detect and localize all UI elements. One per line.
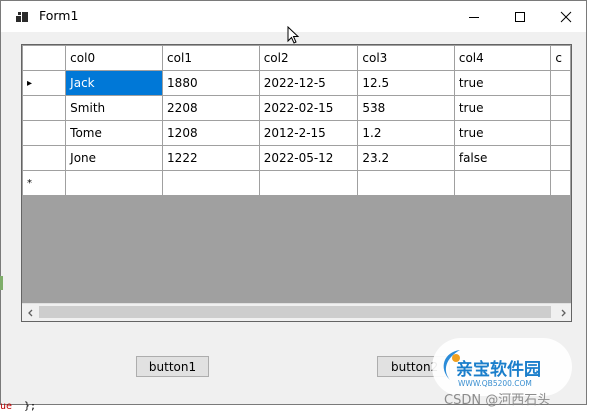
chevron-left-icon — [27, 309, 32, 316]
background-code-fragment: ue — [0, 401, 13, 412]
row-header-cell[interactable] — [22, 95, 67, 121]
scrollbar-thumb[interactable] — [39, 306, 551, 318]
background-editor-marker — [0, 276, 3, 290]
table-cell[interactable]: false — [453, 145, 552, 171]
window-title: Form1 — [39, 8, 79, 23]
table-cell[interactable]: Smith — [65, 95, 164, 121]
table-cell[interactable]: 1222 — [162, 145, 260, 171]
column-header[interactable]: col4 — [453, 45, 552, 71]
table-row[interactable]: Smith 2208 2022-02-15 538 true — [22, 95, 571, 121]
table-cell[interactable]: 23.2 — [357, 145, 455, 171]
row-header-cell[interactable] — [22, 120, 67, 146]
watermark-csdn: CSDN @河西石头 — [444, 393, 551, 408]
table-cell[interactable]: 2208 — [162, 95, 260, 121]
corner-header-cell[interactable] — [22, 45, 67, 71]
background-code-brace: }; — [24, 401, 37, 412]
table-cell[interactable]: 538 — [357, 95, 455, 121]
watermark-url: WWW.QB5200.COM — [458, 379, 532, 388]
maximize-button[interactable] — [497, 1, 543, 32]
table-cell[interactable]: 1208 — [162, 120, 260, 146]
new-row-marker-icon[interactable]: * — [22, 170, 67, 196]
chevron-right-icon — [561, 309, 566, 316]
table-cell[interactable] — [162, 170, 260, 196]
table-cell[interactable]: 1.2 — [357, 120, 455, 146]
column-header-partial[interactable]: c — [550, 45, 571, 71]
table-cell-partial[interactable] — [550, 145, 571, 171]
table-cell[interactable] — [453, 170, 552, 196]
column-header[interactable]: col2 — [258, 45, 359, 71]
header-row: col0 col1 col2 col3 col4 c — [22, 45, 571, 71]
table-row[interactable]: ▸ Jack 1880 2022-12-5 12.5 true — [22, 70, 571, 96]
table-cell[interactable]: Tome — [65, 120, 164, 146]
scroll-left-button[interactable] — [22, 304, 39, 321]
table-cell-partial[interactable] — [550, 70, 571, 96]
table-cell[interactable]: 1880 — [162, 70, 260, 96]
table-row[interactable]: Tome 1208 2012-2-15 1.2 true — [22, 120, 571, 146]
current-row-indicator-icon[interactable]: ▸ — [22, 70, 67, 96]
table-cell[interactable]: Jone — [65, 145, 164, 171]
minimize-icon — [469, 16, 479, 18]
button1[interactable]: button1 — [136, 356, 209, 377]
table-cell-partial[interactable] — [550, 170, 571, 196]
column-header[interactable]: col1 — [162, 45, 260, 71]
horizontal-scrollbar[interactable] — [22, 303, 571, 321]
row-header-cell[interactable] — [22, 145, 67, 171]
new-row[interactable]: * — [22, 170, 571, 196]
table-cell-partial[interactable] — [550, 120, 571, 146]
table-cell[interactable]: 2022-05-12 — [258, 145, 359, 171]
table-cell[interactable] — [65, 170, 164, 196]
maximize-icon — [515, 11, 525, 22]
column-header[interactable]: col0 — [65, 45, 164, 71]
table-cell[interactable]: true — [453, 95, 552, 121]
table-cell[interactable]: true — [453, 120, 552, 146]
table-cell[interactable] — [357, 170, 455, 196]
form-app-icon — [16, 12, 28, 22]
table-cell[interactable]: 2022-12-5 — [258, 70, 359, 96]
table-cell[interactable] — [258, 170, 359, 196]
table-cell[interactable]: 2022-02-15 — [258, 95, 359, 121]
table-cell[interactable]: 2012-2-15 — [258, 120, 359, 146]
minimize-button[interactable] — [451, 1, 497, 32]
grid-table: col0 col1 col2 col3 col4 c ▸ Jack 1880 2… — [22, 45, 571, 196]
data-grid-view[interactable]: col0 col1 col2 col3 col4 c ▸ Jack 1880 2… — [21, 44, 572, 322]
table-cell-selected[interactable]: Jack — [65, 70, 164, 96]
table-cell[interactable]: 12.5 — [357, 70, 455, 96]
table-cell-partial[interactable] — [550, 95, 571, 121]
table-cell[interactable]: true — [453, 70, 552, 96]
close-button[interactable] — [543, 1, 589, 32]
scroll-right-button[interactable] — [554, 304, 571, 321]
table-row[interactable]: Jone 1222 2022-05-12 23.2 false — [22, 145, 571, 171]
mouse-cursor-icon — [287, 26, 300, 44]
column-header[interactable]: col3 — [357, 45, 455, 71]
close-icon — [560, 11, 572, 22]
watermark-site-name: 亲宝软件园 — [456, 360, 541, 380]
